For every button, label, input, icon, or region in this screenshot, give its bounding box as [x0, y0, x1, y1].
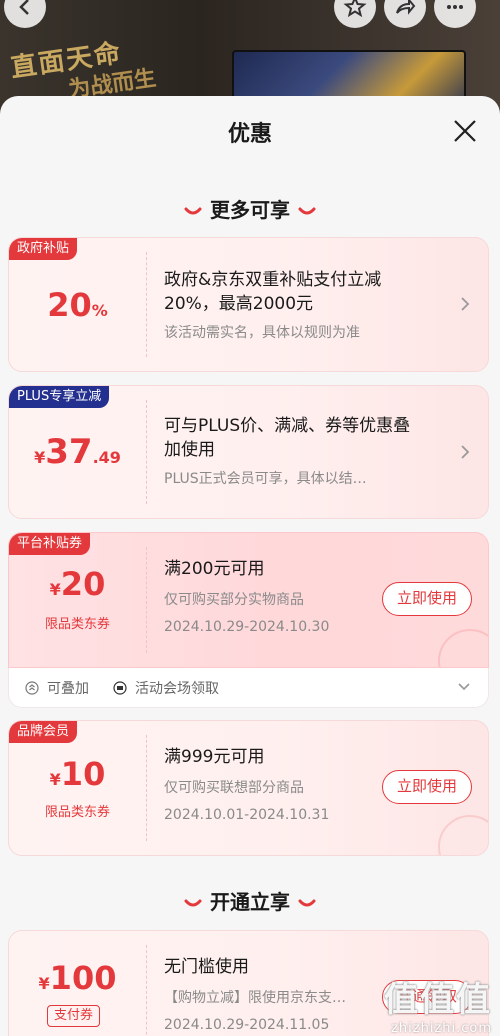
- share-button[interactable]: [384, 0, 426, 28]
- gov-subsidy-tag: 政府补贴: [9, 238, 78, 260]
- brand-coupon-tag: 品牌会员: [9, 721, 78, 743]
- received-stamp-icon: [438, 629, 488, 667]
- plus-amount-value: 37: [45, 432, 93, 472]
- venue-icon: [113, 681, 127, 695]
- brand-coupon-amount: ¥10: [9, 755, 146, 793]
- chevron-right-icon: [461, 297, 470, 311]
- back-button[interactable]: [4, 0, 46, 28]
- smile-decoration-icon: [184, 899, 202, 906]
- site-watermark: 值值值 zhizhizhi.com: [384, 972, 492, 1036]
- plus-discount-tag: PLUS专享立减: [9, 386, 110, 408]
- section-title-open-label: 开通立享: [210, 890, 290, 914]
- platform-coupon-card: 平台补贴券 ¥20 限品类东券 满200元可用 仅可购买部分实物商品 2024.…: [8, 532, 489, 668]
- card-divider: [146, 945, 147, 1036]
- brand-amount-value: 10: [60, 755, 106, 793]
- pay-coupon-amount: ¥100: [9, 959, 146, 997]
- brand-coupon-card: 品牌会员 ¥10 限品类东券 满999元可用 仅可购买联想部分商品 2024.1…: [8, 720, 489, 856]
- sheet-title: 优惠: [227, 122, 272, 147]
- sheet-header: 优惠: [0, 96, 500, 166]
- close-icon[interactable]: [450, 116, 480, 146]
- venue-label: 活动会场领取: [135, 681, 219, 697]
- platform-coupon-use-button[interactable]: 立即使用: [382, 582, 472, 616]
- venue-info: 活动会场领取: [113, 678, 219, 698]
- smile-decoration-icon: [298, 899, 316, 906]
- card-divider: [146, 252, 147, 357]
- chevron-right-icon: [461, 445, 470, 459]
- gov-subsidy-card[interactable]: 政府补贴 20% 政府&京东双重补贴支付立减20%，最高2000元 该活动需实名…: [8, 237, 489, 372]
- gov-amount-value: 20: [47, 286, 92, 324]
- platform-coupon-main: 满200元可用: [164, 559, 265, 579]
- brand-coupon-date: 2024.10.01-2024.10.31: [164, 807, 330, 823]
- plus-discount-amount: ¥37.49: [9, 432, 146, 472]
- section-title-open: 开通立享: [0, 886, 500, 915]
- platform-coupon-sublabel: 限品类东券: [44, 617, 110, 632]
- brand-coupon-use-button[interactable]: 立即使用: [382, 770, 472, 804]
- platform-amount-value: 20: [60, 565, 106, 603]
- stackable-label: 可叠加: [47, 681, 89, 697]
- pay-coupon-main: 无门槛使用: [164, 957, 249, 977]
- gov-amount-unit: %: [91, 301, 108, 320]
- plus-currency: ¥: [34, 448, 46, 467]
- pay-currency: ¥: [38, 974, 50, 993]
- star-icon: [343, 0, 367, 18]
- card-divider: [146, 400, 147, 504]
- coupon-stack-row: 可叠加 活动会场领取: [8, 668, 489, 708]
- gov-subsidy-amount: 20%: [9, 286, 146, 324]
- platform-coupon-amount: ¥20: [9, 565, 146, 603]
- brand-currency: ¥: [49, 770, 61, 789]
- section-title-more-label: 更多可享: [210, 198, 290, 222]
- plus-amount-decimal: .49: [92, 448, 121, 467]
- more-button[interactable]: [434, 0, 476, 28]
- plus-discount-sub: PLUS正式会员可享，具体以结…: [164, 471, 367, 487]
- discount-sheet: 优惠 更多可享 政府补贴 20% 政府&京东双重补贴支付立减20%，最高2000…: [0, 96, 500, 1036]
- platform-coupon-tag: 平台补贴券: [9, 533, 91, 555]
- gov-subsidy-main: 政府&京东双重补贴支付立减20%，最高2000元: [164, 270, 382, 314]
- gov-subsidy-sub: 该活动需实名，具体以规则为准: [164, 325, 360, 341]
- favorite-button[interactable]: [334, 0, 376, 28]
- plus-discount-card[interactable]: PLUS专享立减 ¥37.49 可与PLUS价、满减、券等优惠叠加使用 PLUS…: [8, 385, 489, 519]
- card-divider: [146, 735, 147, 841]
- smile-decoration-icon: [184, 207, 202, 214]
- smile-decoration-icon: [298, 207, 316, 214]
- pay-coupon-desc: 【购物立减】限使用京东支…: [164, 990, 346, 1006]
- share-icon: [396, 0, 416, 15]
- brand-coupon-sublabel: 限品类东券: [44, 805, 110, 820]
- stackable-info: 可叠加: [25, 678, 89, 698]
- received-stamp-icon: [438, 815, 488, 855]
- stack-icon: [25, 681, 39, 695]
- brand-coupon-desc: 仅可购买联想部分商品: [164, 780, 304, 796]
- pay-coupon-date: 2024.10.29-2024.11.05: [164, 1017, 330, 1033]
- plus-discount-main: 可与PLUS价、满减、券等优惠叠加使用: [164, 416, 411, 460]
- watermark-logo: 值值值: [384, 980, 492, 1020]
- watermark-url: zhizhizhi.com: [391, 1021, 492, 1036]
- pay-amount-value: 100: [49, 959, 117, 997]
- platform-coupon-date: 2024.10.29-2024.10.30: [164, 619, 330, 635]
- back-arrow-icon: [19, 0, 29, 15]
- platform-coupon-desc: 仅可购买部分实物商品: [164, 592, 304, 608]
- card-divider: [146, 547, 147, 653]
- chevron-down-icon[interactable]: [458, 682, 470, 692]
- platform-currency: ¥: [49, 580, 61, 599]
- pay-coupon-sublabel: 支付券: [47, 1005, 101, 1027]
- brand-coupon-main: 满999元可用: [164, 747, 265, 767]
- section-title-more: 更多可享: [0, 194, 500, 223]
- more-dots-icon: [447, 5, 463, 9]
